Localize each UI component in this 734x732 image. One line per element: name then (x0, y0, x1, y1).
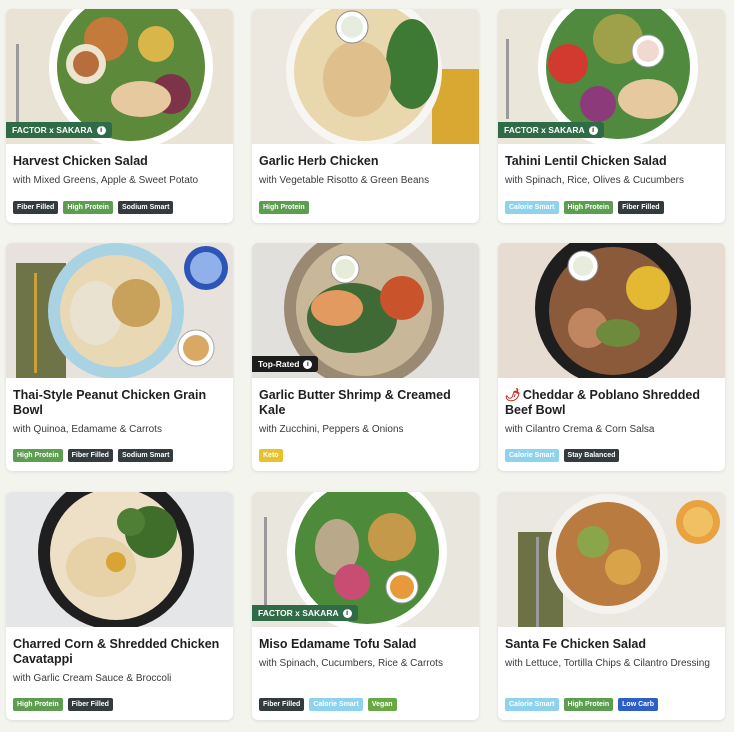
tag-high-protein: High Protein (563, 201, 614, 214)
tag-list: Fiber Filled Calorie Smart Vegan (259, 698, 397, 711)
meal-subtitle: with Garlic Cream Sauce & Broccoli (13, 673, 172, 684)
tag-fiber-filled: Fiber Filled (67, 698, 113, 711)
tag-fiber-filled: Fiber Filled (67, 449, 113, 462)
meal-image (498, 243, 725, 378)
tag-stay-balanced: Stay Balanced (563, 449, 620, 462)
meal-title[interactable]: Garlic Butter Shrimp & Creamed Kale (259, 388, 472, 418)
meal-card[interactable]: FACTOR x SAKARA i Miso Edamame Tofu Salad… (252, 492, 479, 720)
meal-subtitle: with Lettuce, Tortilla Chips & Cilantro … (505, 658, 710, 669)
info-icon[interactable]: i (342, 608, 352, 618)
meal-image (6, 492, 233, 627)
tag-fiber-filled: Fiber Filled (618, 201, 664, 214)
meal-card[interactable]: FACTOR x SAKARA i Tahini Lentil Chicken S… (498, 9, 725, 223)
meal-subtitle: with Spinach, Rice, Olives & Cucumbers (505, 175, 684, 186)
meal-title[interactable]: Charred Corn & Shredded Chicken Cavatapp… (13, 637, 226, 667)
meal-card[interactable]: Charred Corn & Shredded Chicken Cavatapp… (6, 492, 233, 720)
top-rated-badge: Top-Rated i (252, 356, 319, 372)
factor-sakara-badge: FACTOR x SAKARA i (6, 122, 112, 138)
tag-list: Calorie Smart Stay Balanced (505, 449, 620, 462)
meal-card[interactable]: 🌶 Cheddar & Poblano Shredded Beef Bowl wi… (498, 243, 725, 471)
meal-subtitle: with Zucchini, Peppers & Onions (259, 424, 404, 435)
tag-high-protein: High Protein (13, 449, 63, 462)
meal-card[interactable]: Santa Fe Chicken Salad with Lettuce, Tor… (498, 492, 725, 720)
meal-title[interactable]: Garlic Herb Chicken (259, 154, 472, 169)
tag-high-protein: High Protein (13, 698, 63, 711)
info-icon[interactable]: i (96, 125, 106, 135)
tag-low-carb: Low Carb (618, 698, 659, 711)
meal-card[interactable]: Top-Rated i Garlic Butter Shrimp & Creame… (252, 243, 479, 471)
meal-subtitle: with Vegetable Risotto & Green Beans (259, 175, 430, 186)
meal-subtitle: with Mixed Greens, Apple & Sweet Potato (13, 175, 199, 186)
meal-title[interactable]: 🌶 Cheddar & Poblano Shredded Beef Bowl (505, 388, 718, 418)
meal-image (6, 243, 233, 378)
meal-image (498, 492, 725, 627)
meal-title[interactable]: Thai-Style Peanut Chicken Grain Bowl (13, 388, 226, 418)
meal-title[interactable]: Harvest Chicken Salad (13, 154, 226, 169)
meal-image: FACTOR x SAKARA i (252, 492, 479, 627)
factor-sakara-badge: FACTOR x SAKARA i (252, 605, 358, 621)
meal-title[interactable]: Miso Edamame Tofu Salad (259, 637, 472, 652)
meal-title[interactable]: Santa Fe Chicken Salad (505, 637, 718, 652)
meal-card[interactable]: Garlic Herb Chicken with Vegetable Risot… (252, 9, 479, 223)
info-icon[interactable]: i (588, 125, 598, 135)
tag-high-protein: High Protein (63, 201, 113, 214)
tag-list: Fiber Filled High Protein Sodium Smart (13, 201, 174, 214)
tag-list: High Protein (259, 201, 309, 214)
tag-fiber-filled: Fiber Filled (13, 201, 59, 214)
tag-calorie-smart: Calorie Smart (309, 698, 363, 711)
meal-image (252, 9, 479, 144)
tag-list: High Protein Fiber Filled (13, 698, 113, 711)
meal-title[interactable]: Tahini Lentil Chicken Salad (505, 154, 718, 169)
factor-sakara-badge: FACTOR x SAKARA i (498, 122, 604, 138)
tag-list: Calorie Smart High Protein Low Carb (505, 698, 659, 711)
meal-card[interactable]: Thai-Style Peanut Chicken Grain Bowl wit… (6, 243, 233, 471)
meal-image: FACTOR x SAKARA i (6, 9, 233, 144)
info-icon[interactable]: i (303, 359, 313, 369)
tag-sodium-smart: Sodium Smart (117, 449, 174, 462)
tag-keto: Keto (259, 449, 283, 462)
tag-calorie-smart: Calorie Smart (505, 449, 559, 462)
tag-list: Calorie Smart High Protein Fiber Filled (505, 201, 664, 214)
meal-subtitle: with Spinach, Cucumbers, Rice & Carrots (259, 658, 443, 669)
meal-image: Top-Rated i (252, 243, 479, 378)
meal-card[interactable]: FACTOR x SAKARA i Harvest Chicken Salad w… (6, 9, 233, 223)
tag-high-protein: High Protein (259, 201, 309, 214)
tag-list: Keto (259, 449, 283, 462)
meal-subtitle: with Quinoa, Edamame & Carrots (13, 424, 162, 435)
tag-calorie-smart: Calorie Smart (505, 201, 559, 214)
meal-subtitle: with Cilantro Crema & Corn Salsa (505, 424, 655, 435)
tag-sodium-smart: Sodium Smart (117, 201, 174, 214)
tag-fiber-filled: Fiber Filled (259, 698, 305, 711)
tag-vegan: Vegan (367, 698, 397, 711)
chili-pepper-icon: 🌶 (505, 388, 521, 402)
meal-image: FACTOR x SAKARA i (498, 9, 725, 144)
tag-list: High Protein Fiber Filled Sodium Smart (13, 449, 174, 462)
tag-high-protein: High Protein (563, 698, 614, 711)
tag-calorie-smart: Calorie Smart (505, 698, 559, 711)
